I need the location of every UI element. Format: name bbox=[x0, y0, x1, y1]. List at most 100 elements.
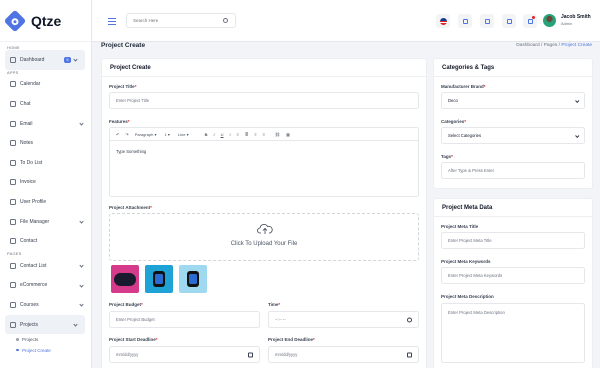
chat-icon bbox=[10, 100, 16, 107]
meta-description-label: Project Meta Description bbox=[441, 294, 494, 299]
chevron-down-icon bbox=[79, 263, 84, 268]
sidebar-item-projects[interactable]: Projects bbox=[5, 314, 85, 335]
categories-select[interactable]: Select Categories bbox=[441, 127, 585, 144]
checklist-icon bbox=[10, 159, 16, 166]
undo-icon[interactable]: ↶ bbox=[116, 132, 119, 137]
fullscreen-button[interactable] bbox=[458, 14, 472, 28]
breadcrumb-dashboard[interactable]: Dashboard bbox=[516, 43, 539, 48]
table-icon[interactable]: ▦ bbox=[286, 132, 290, 137]
fullscreen-icon bbox=[462, 18, 468, 24]
notifications-button[interactable] bbox=[523, 14, 537, 28]
meta-title-input[interactable]: Enter Project Meta Title bbox=[441, 232, 585, 249]
avatar[interactable] bbox=[542, 13, 557, 28]
sidebar-item-calendar[interactable]: Calendar bbox=[0, 75, 91, 95]
sidebar-item-user-profile[interactable]: User Profile bbox=[0, 192, 91, 212]
link-icon[interactable]: ⛓ bbox=[275, 132, 280, 137]
start-deadline-label: Project Start Deadline* bbox=[109, 337, 158, 342]
font-size-select[interactable]: 1 ▾ bbox=[165, 132, 170, 137]
tags-label: Tags* bbox=[441, 154, 453, 159]
align-center-icon[interactable]: ≣ bbox=[245, 132, 248, 137]
cart-icon bbox=[10, 282, 16, 289]
end-deadline-input[interactable]: mm/dd/yyyy bbox=[268, 346, 419, 363]
page-title: Project Create bbox=[101, 42, 146, 49]
card-title: Project Create bbox=[102, 59, 426, 77]
manufacturer-select[interactable]: Deco bbox=[441, 92, 585, 109]
chevron-down-icon bbox=[79, 219, 84, 224]
dashboard-badge: 5 bbox=[64, 56, 71, 63]
breadcrumb-pages[interactable]: Pages bbox=[544, 43, 558, 48]
upload-text: Click To Upload Your File bbox=[230, 241, 298, 247]
user-name[interactable]: Jacob Smith bbox=[561, 14, 591, 20]
bold-button[interactable]: B bbox=[205, 132, 208, 137]
attachment-thumbnail[interactable] bbox=[145, 265, 173, 293]
calendar-icon bbox=[10, 81, 16, 88]
sidebar-subitem-project-create[interactable]: Project Create bbox=[0, 345, 91, 356]
attachment-label: Project Attachment* bbox=[109, 205, 152, 210]
strike-button[interactable]: I bbox=[230, 132, 231, 137]
sidebar-item-chat[interactable]: Chat bbox=[0, 94, 91, 114]
redo-icon[interactable]: ↷ bbox=[125, 132, 128, 137]
chevron-down-icon bbox=[79, 283, 84, 288]
sidebar-item-contact[interactable]: Contact bbox=[0, 231, 91, 251]
sidebar-item-courses[interactable]: Courses bbox=[0, 295, 91, 315]
time-label: Time* bbox=[268, 302, 281, 307]
align-left-icon[interactable]: ≡ bbox=[237, 132, 239, 137]
user-icon bbox=[10, 198, 16, 205]
end-deadline-label: Project End Deadline* bbox=[268, 337, 315, 342]
sidebar-item-invoice[interactable]: Invoice bbox=[0, 173, 91, 193]
sidebar-item-dashboard[interactable]: Dashboard 5 bbox=[5, 50, 85, 70]
align-right-icon[interactable]: ≡ bbox=[254, 132, 256, 137]
sidebar-item-todo[interactable]: To Do List bbox=[0, 153, 91, 173]
manufacturer-label: Manufacturer Brand* bbox=[441, 84, 486, 89]
card-title: Categories & Tags bbox=[434, 59, 592, 77]
home-icon bbox=[10, 56, 16, 63]
language-button[interactable] bbox=[436, 14, 450, 28]
sidebar-item-file-manager[interactable]: File Manager bbox=[0, 212, 91, 232]
messages-button[interactable] bbox=[502, 14, 516, 28]
features-label: Features* bbox=[109, 119, 130, 124]
attachment-thumbnail[interactable] bbox=[179, 265, 207, 293]
search-input[interactable] bbox=[126, 13, 236, 28]
tags-input[interactable]: After Type & Press Enter bbox=[441, 162, 585, 179]
time-input[interactable]: --:-- -- bbox=[268, 311, 419, 328]
calendar-icon bbox=[407, 352, 412, 357]
folder-icon bbox=[10, 218, 16, 225]
search-icon[interactable] bbox=[223, 18, 228, 23]
project-title-input[interactable]: Enter Project Title bbox=[109, 92, 419, 109]
meta-description-textarea[interactable]: Enter Project Meta Description bbox=[441, 303, 585, 363]
cloud-upload-icon bbox=[257, 224, 273, 234]
sidebar-item-notes[interactable]: Notes bbox=[0, 133, 91, 153]
breadcrumb-current: Project Create bbox=[561, 43, 592, 48]
sidebar-item-email[interactable]: Email bbox=[0, 114, 91, 134]
file-dropzone[interactable]: Click To Upload Your File bbox=[109, 213, 419, 261]
underline-button[interactable]: U bbox=[221, 132, 224, 137]
align-justify-icon[interactable]: ≡ bbox=[263, 132, 265, 137]
chevron-down-icon bbox=[79, 121, 84, 126]
list-icon bbox=[10, 262, 16, 269]
top-header: Jacob Smith Admin bbox=[92, 0, 600, 42]
logo[interactable]: Qtze bbox=[0, 0, 91, 42]
features-editor[interactable]: Type Something bbox=[109, 140, 419, 197]
start-deadline-input[interactable]: mm/dd/yyyy bbox=[109, 346, 260, 363]
budget-input[interactable]: Enter Project Budget bbox=[109, 311, 260, 328]
contact-icon bbox=[10, 238, 16, 245]
categories-label: Categories* bbox=[441, 119, 467, 124]
app-name: Qtze bbox=[31, 12, 62, 29]
apps-button[interactable] bbox=[480, 14, 494, 28]
invoice-icon bbox=[10, 179, 16, 186]
briefcase-icon bbox=[10, 321, 16, 328]
paragraph-select[interactable]: Paragraph ▾ bbox=[135, 132, 157, 137]
meta-title-label: Project Meta Title bbox=[441, 224, 479, 229]
attachment-thumbnail[interactable] bbox=[111, 265, 139, 293]
book-icon bbox=[10, 301, 16, 308]
mail-icon bbox=[10, 120, 16, 127]
meta-keywords-input[interactable]: Enter Project Meta Keywords bbox=[441, 267, 585, 284]
bell-icon bbox=[527, 18, 533, 24]
sidebar-item-ecommerce[interactable]: eCommerce bbox=[0, 276, 91, 296]
sidebar-subitem-projects[interactable]: Projects bbox=[0, 334, 91, 345]
menu-toggle-icon[interactable] bbox=[108, 18, 116, 26]
line-height-select[interactable]: Line ▾ bbox=[178, 132, 189, 137]
mail-icon bbox=[506, 18, 512, 24]
italic-button[interactable]: I bbox=[214, 132, 215, 137]
sidebar-item-contact-list[interactable]: Contact List bbox=[0, 256, 91, 276]
